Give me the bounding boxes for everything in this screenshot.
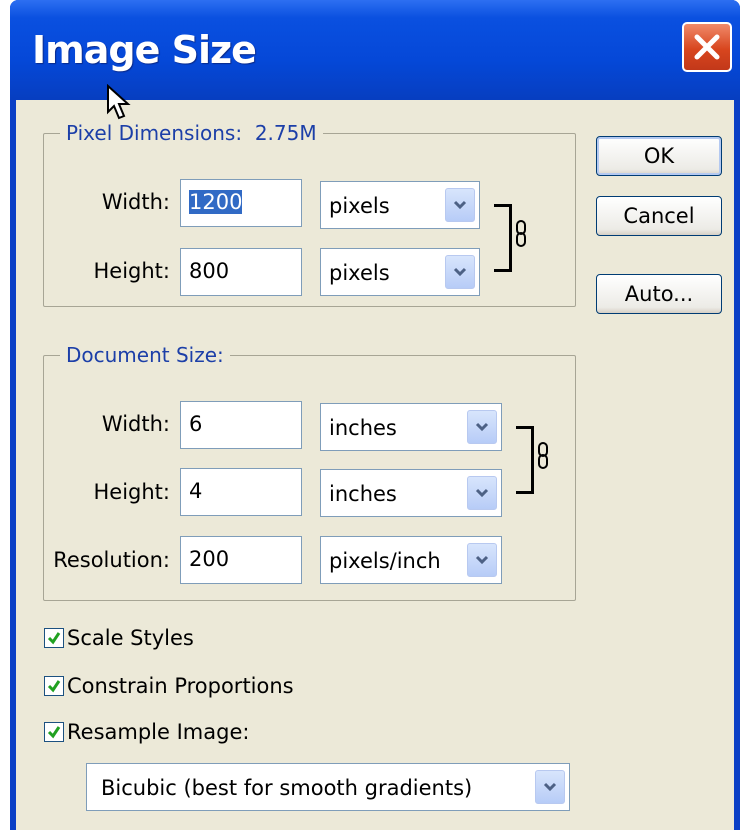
- chain-link-icon: [516, 220, 526, 247]
- pixel-height-unit-select[interactable]: pixels: [320, 248, 480, 296]
- chevron-down-icon[interactable]: [535, 770, 565, 804]
- scale-styles-checkbox[interactable]: [44, 628, 64, 648]
- constrain-proportions-checkbox[interactable]: [44, 676, 64, 696]
- resolution-input[interactable]: 200: [180, 536, 302, 584]
- chain-link-icon: [538, 442, 548, 469]
- doc-width-unit-select[interactable]: inches: [320, 403, 502, 451]
- resample-image-option[interactable]: Resample Image:: [44, 720, 249, 744]
- pixel-dimensions-legend: Pixel Dimensions: 2.75M: [60, 121, 323, 145]
- doc-height-label: Height:: [93, 480, 171, 504]
- chevron-down-icon[interactable]: [445, 188, 475, 222]
- pixel-height-input[interactable]: 800: [180, 248, 302, 296]
- resample-image-checkbox[interactable]: [44, 722, 64, 742]
- document-link-bracket: [516, 426, 534, 494]
- chevron-down-icon[interactable]: [467, 543, 497, 577]
- resolution-label: Resolution:: [53, 548, 170, 572]
- resolution-unit-select[interactable]: pixels/inch: [320, 536, 502, 584]
- pixel-width-unit-select[interactable]: pixels: [320, 181, 480, 229]
- scale-styles-label: Scale Styles: [67, 626, 194, 650]
- doc-height-unit-select[interactable]: inches: [320, 469, 502, 517]
- auto-button[interactable]: Auto...: [596, 274, 722, 314]
- image-size-dialog: Image Size Pixel Dimensions: 2.75M Width…: [10, 0, 740, 830]
- constrain-proportions-label: Constrain Proportions: [67, 674, 294, 698]
- checkmark-icon: [47, 726, 61, 739]
- resample-method-select[interactable]: Bicubic (best for smooth gradients): [86, 763, 570, 811]
- close-button[interactable]: [682, 22, 732, 72]
- pixel-height-label: Height:: [93, 259, 171, 283]
- checkmark-icon: [47, 632, 61, 645]
- scale-styles-option[interactable]: Scale Styles: [44, 626, 194, 650]
- document-size-legend: Document Size:: [60, 343, 230, 367]
- pixel-width-label: Width:: [101, 190, 170, 214]
- cancel-button[interactable]: Cancel: [596, 196, 722, 236]
- doc-width-label: Width:: [101, 412, 170, 436]
- chevron-down-icon[interactable]: [467, 410, 497, 444]
- mouse-cursor-icon: [107, 84, 131, 120]
- chevron-down-icon[interactable]: [445, 255, 475, 289]
- pixel-link-bracket: [494, 204, 512, 272]
- doc-width-input[interactable]: 6: [180, 401, 302, 449]
- resample-image-label: Resample Image:: [67, 720, 250, 744]
- pixel-size-value: 2.75M: [254, 121, 317, 145]
- close-icon: [694, 34, 720, 60]
- doc-height-input[interactable]: 4: [180, 468, 302, 516]
- constrain-proportions-option[interactable]: Constrain Proportions: [44, 674, 294, 698]
- pixel-width-input[interactable]: 1200: [180, 179, 302, 227]
- chevron-down-icon[interactable]: [467, 476, 497, 510]
- dialog-title: Image Size: [32, 28, 257, 72]
- checkmark-icon: [47, 680, 61, 693]
- ok-button[interactable]: OK: [596, 136, 722, 176]
- dialog-body: Pixel Dimensions: 2.75M Width: 1200 pixe…: [16, 100, 734, 830]
